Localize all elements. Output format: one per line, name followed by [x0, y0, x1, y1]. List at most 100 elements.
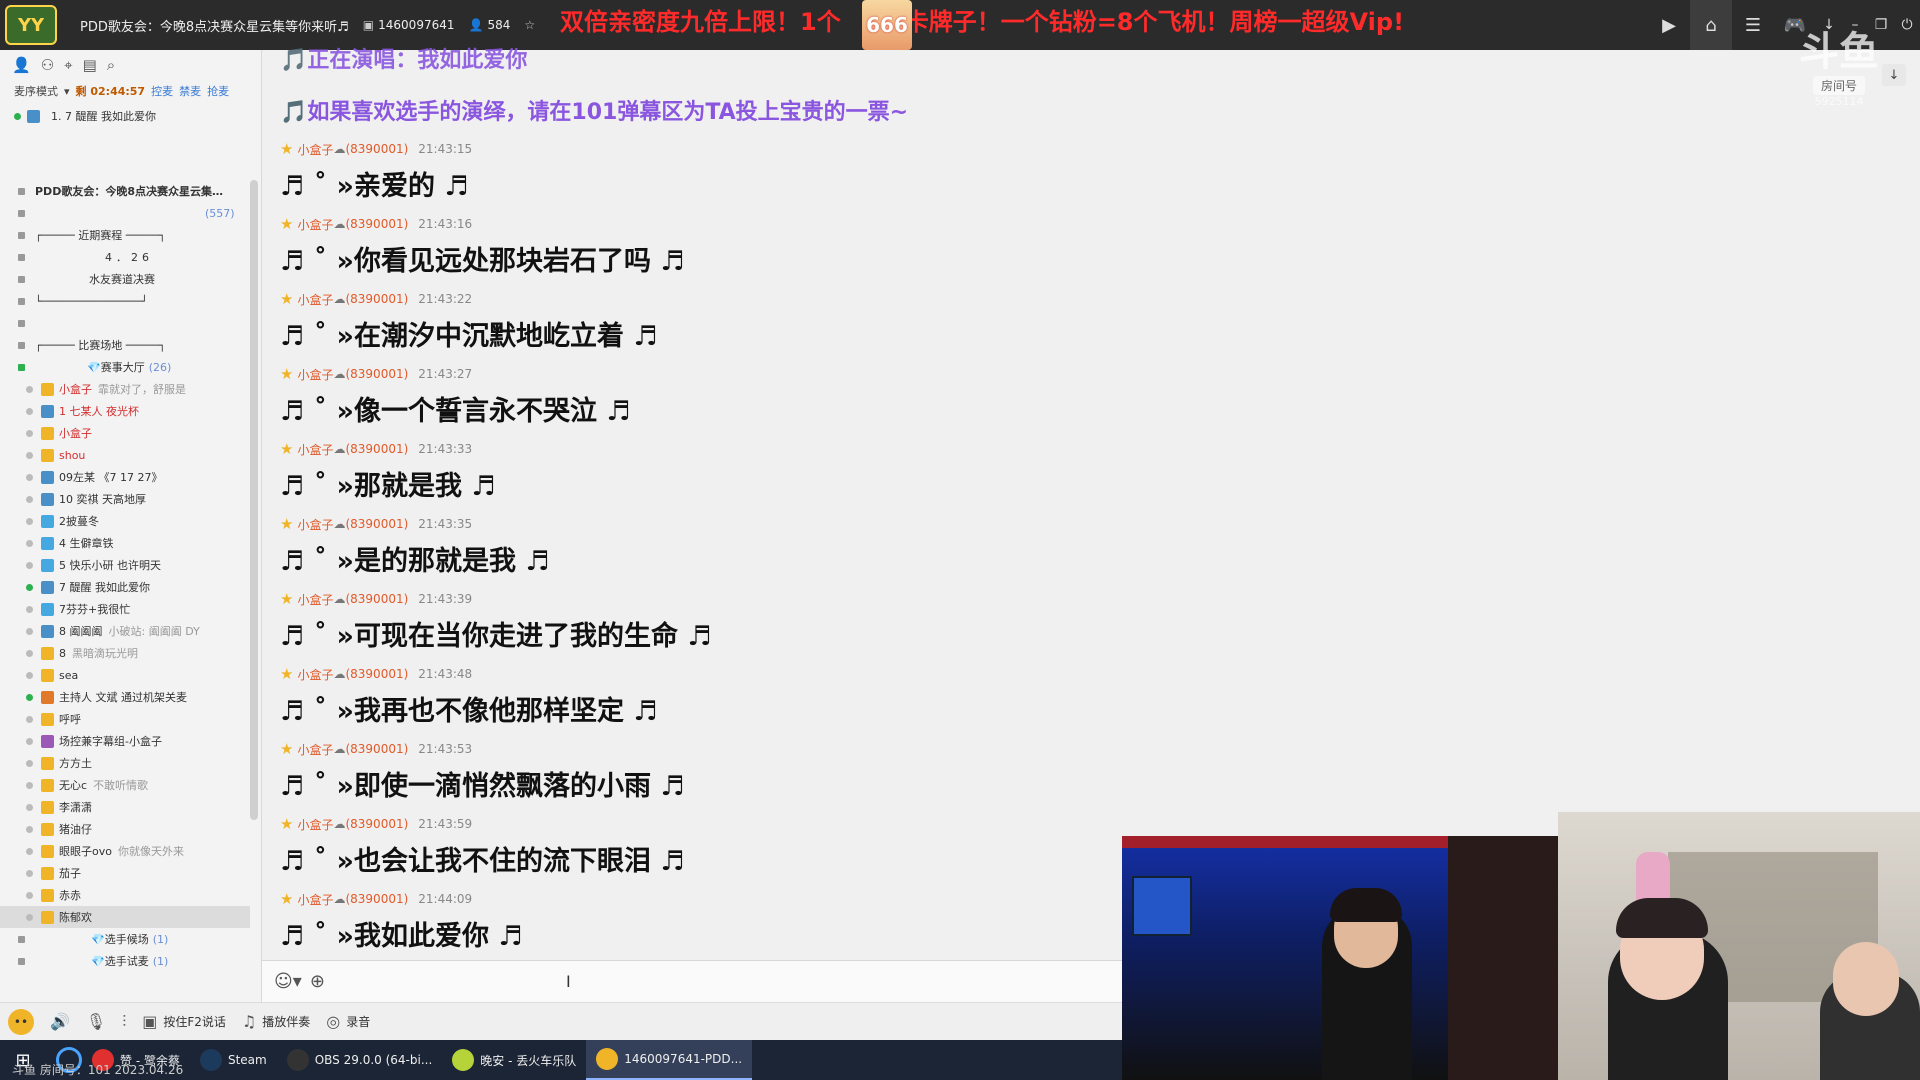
member-row[interactable]: 茄子	[0, 862, 250, 884]
member-row[interactable]: 7 醍醒 我如此爱你	[0, 576, 250, 598]
cloud-icon: ☁	[333, 592, 346, 606]
ptt-button[interactable]: ▣ 按住F2说话	[142, 1012, 226, 1031]
control-mic-link[interactable]: 控麦	[151, 83, 173, 99]
user-icon[interactable]: 👤	[12, 56, 31, 74]
member-row[interactable]: 1 七某人 夜光杯	[0, 400, 250, 422]
emoji-icon[interactable]: ☺▾	[274, 971, 302, 992]
mic-icon: 🎙	[85, 1012, 107, 1031]
person-hair	[1616, 898, 1708, 938]
sender-name[interactable]: 小盒子	[297, 816, 333, 833]
online-count: 584	[487, 18, 511, 32]
member-row[interactable]: 猪油仔	[0, 818, 250, 840]
star-icon: ★	[280, 740, 294, 758]
location-icon[interactable]: ⌖	[64, 56, 72, 74]
member-row[interactable]: 主持人 文斌 通过机架关麦	[0, 686, 250, 708]
sender-name[interactable]: 小盒子	[297, 891, 333, 908]
search-icon[interactable]: ⌕	[107, 56, 115, 74]
taskbar-item-yy[interactable]: 1460097641-PDD...	[586, 1040, 753, 1080]
member-row[interactable]: 09左某 《7 17 27》	[0, 466, 250, 488]
status-dot	[26, 715, 33, 723]
mascot-icon[interactable]: ••	[8, 1008, 34, 1035]
member-name: 呼呼	[59, 713, 81, 726]
member-row[interactable]: shou	[0, 444, 250, 466]
member-row[interactable]: 10 奕祺 天高地厚	[0, 488, 250, 510]
ptt-label: 按住F2说话	[163, 1015, 226, 1029]
ban-mic-link[interactable]: 禁麦	[179, 83, 201, 99]
taskbar-item-obs[interactable]: OBS 29.0.0 (64-bi...	[277, 1040, 443, 1080]
favorite-button[interactable]: ☆	[524, 18, 535, 32]
member-role-icon	[41, 624, 54, 638]
member-row[interactable]: 7芬芬+我很忙	[0, 598, 250, 620]
accompany-button[interactable]: ♫ 播放伴奏	[242, 1012, 310, 1031]
member-row[interactable]: 李潇潇	[0, 796, 250, 818]
at-icon[interactable]: ⊕	[310, 971, 325, 992]
tree-item[interactable]: ┌───── 比赛场地 ─────┐	[0, 334, 250, 356]
member-row[interactable]: 呼呼	[0, 708, 250, 730]
notes-icon[interactable]: ▤	[83, 56, 97, 74]
mic-mode-select[interactable]: 麦序模式	[14, 83, 58, 99]
chat-input[interactable]: ☺▾ ⊕	[262, 960, 1122, 1002]
tree-item[interactable]: ┌───── 近期赛程 ─────┐	[0, 224, 250, 246]
lock-icon	[18, 935, 25, 943]
room-title: PDD歌友会：今晚8点决赛众星云集等你来听♬	[80, 19, 349, 35]
message-time: 21:43:59	[418, 817, 473, 831]
sender-name[interactable]: 小盒子	[297, 141, 333, 158]
member-row[interactable]: 场控兼字幕组-小盒子	[0, 730, 250, 752]
status-dot	[14, 112, 21, 120]
tree-root[interactable]: PDD歌友会：今晚8点决赛众星云集…	[0, 180, 250, 202]
sender-name[interactable]: 小盒子	[297, 741, 333, 758]
sub-channel[interactable]: 💎 选手候场 (1)	[0, 928, 250, 950]
member-role-icon	[41, 382, 54, 396]
member-row[interactable]: 8 黑暗滴玩光明	[0, 642, 250, 664]
tree-item[interactable]: 4．26	[0, 246, 250, 268]
member-row[interactable]: sea	[0, 664, 250, 686]
group-icon[interactable]: ⚇	[41, 56, 54, 74]
member-row[interactable]: 方方土	[0, 752, 250, 774]
tree-item[interactable]	[0, 312, 250, 334]
member-row[interactable]: 小盒子	[0, 422, 250, 444]
status-dot	[26, 737, 33, 745]
tree-hall[interactable]: 💎 赛事大厅 (26)	[0, 356, 250, 378]
speaker-icon: 🔊	[50, 1012, 70, 1031]
lock-icon	[18, 319, 25, 327]
sender-name[interactable]: 小盒子	[297, 441, 333, 458]
member-name: 主持人 文斌 通过机架关麦	[59, 691, 187, 704]
member-row[interactable]: 赤赤	[0, 884, 250, 906]
member-row[interactable]: 4 生僻章铁	[0, 532, 250, 554]
sender-name[interactable]: 小盒子	[297, 366, 333, 383]
tree-scrollbar[interactable]	[250, 180, 258, 820]
video-icon[interactable]: ▶	[1648, 0, 1690, 50]
grab-mic-link[interactable]: 抢麦	[207, 83, 229, 99]
speaker-button[interactable]: 🔊	[50, 1012, 70, 1031]
sender-name[interactable]: 小盒子	[297, 216, 333, 233]
sender-name[interactable]: 小盒子	[297, 591, 333, 608]
star-icon: ★	[280, 290, 294, 308]
sub-channel[interactable]: 💎 选手试麦 (1)	[0, 950, 250, 972]
mixer-button[interactable]: ⫶	[122, 1012, 126, 1032]
sender-name[interactable]: 小盒子	[297, 666, 333, 683]
home-icon[interactable]: ⌂	[1690, 0, 1732, 50]
sender-name[interactable]: 小盒子	[297, 516, 333, 533]
taskbar-item-music[interactable]: 晚安 - 丢火车乐队	[442, 1040, 586, 1080]
cloud-icon: ☁	[333, 742, 346, 756]
mic-queue-item[interactable]: 1. 7 醍醒 我如此爱你	[0, 102, 261, 130]
mic-button[interactable]: 🎙	[86, 1012, 106, 1031]
tree-item[interactable]: 水友赛道决赛	[0, 268, 250, 290]
member-row[interactable]: 8 阖阖阖 小破站: 阖阖阖 DY	[0, 620, 250, 642]
download-arrow-icon[interactable]: ↓	[1882, 64, 1906, 86]
member-row[interactable]: 小盒子 霏就对了，舒服是	[0, 378, 250, 400]
record-button[interactable]: ◎ 录音	[326, 1012, 370, 1031]
member-row[interactable]: 无心c 不敢听情歌	[0, 774, 250, 796]
list-icon[interactable]: ☰	[1732, 0, 1774, 50]
lock-icon	[18, 275, 25, 283]
power-icon[interactable]: ⏻	[1894, 0, 1920, 50]
tree-item[interactable]: └───────────────┘	[0, 290, 250, 312]
taskbar-item-steam[interactable]: Steam	[190, 1040, 277, 1080]
member-row[interactable]: 眼眼子ovo 你就像天外来	[0, 840, 250, 862]
sender-name[interactable]: 小盒子	[297, 291, 333, 308]
member-row[interactable]: 陈郁欢	[0, 906, 250, 928]
star-icon: ★	[280, 665, 294, 683]
member-name: 茄子	[59, 867, 81, 880]
member-row[interactable]: 2披蔓冬	[0, 510, 250, 532]
member-row[interactable]: 5 快乐小研 也许明天	[0, 554, 250, 576]
